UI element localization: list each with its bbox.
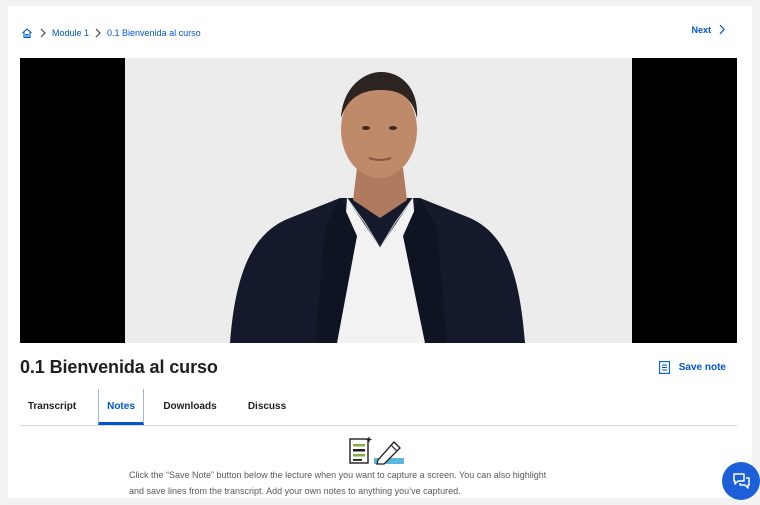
next-button[interactable]: Next — [691, 24, 726, 35]
breadcrumb-module-link[interactable]: Module 1 — [52, 28, 89, 38]
breadcrumb-lecture-link[interactable]: 0.1 Bienvenida al curso — [107, 28, 201, 38]
course-page: Module 1 0.1 Bienvenida al curso Next 0.… — [8, 6, 752, 498]
tab-downloads[interactable]: Downloads — [158, 389, 222, 425]
save-note-label: Save note — [678, 362, 726, 373]
next-label: Next — [691, 24, 711, 35]
note-icon — [658, 361, 670, 374]
presenter-image — [125, 58, 632, 343]
notes-illustration-icon — [348, 436, 408, 471]
home-icon[interactable] — [20, 26, 34, 40]
breadcrumb: Module 1 0.1 Bienvenida al curso — [20, 24, 201, 42]
notes-help-line: and save lines from the transcript. Add … — [129, 486, 461, 496]
chat-icon — [733, 473, 750, 489]
tab-discuss[interactable]: Discuss — [242, 389, 292, 425]
save-note-button[interactable]: Save note — [658, 361, 726, 374]
chevron-right-icon — [89, 26, 107, 40]
chevron-right-icon — [34, 26, 52, 40]
lecture-tabs: Transcript Notes Downloads Discuss — [20, 389, 737, 426]
notes-help-line: Click the “Save Note” button below the l… — [129, 470, 547, 480]
chat-button[interactable] — [722, 462, 760, 500]
lecture-video-player[interactable] — [20, 58, 737, 343]
tab-transcript[interactable]: Transcript — [20, 389, 84, 425]
chevron-right-icon — [719, 24, 725, 35]
video-frame — [125, 58, 632, 343]
lecture-title: 0.1 Bienvenida al curso — [20, 357, 218, 377]
notes-help-text: Click the “Save Note” button below the l… — [129, 467, 649, 498]
tab-notes[interactable]: Notes — [98, 389, 144, 425]
